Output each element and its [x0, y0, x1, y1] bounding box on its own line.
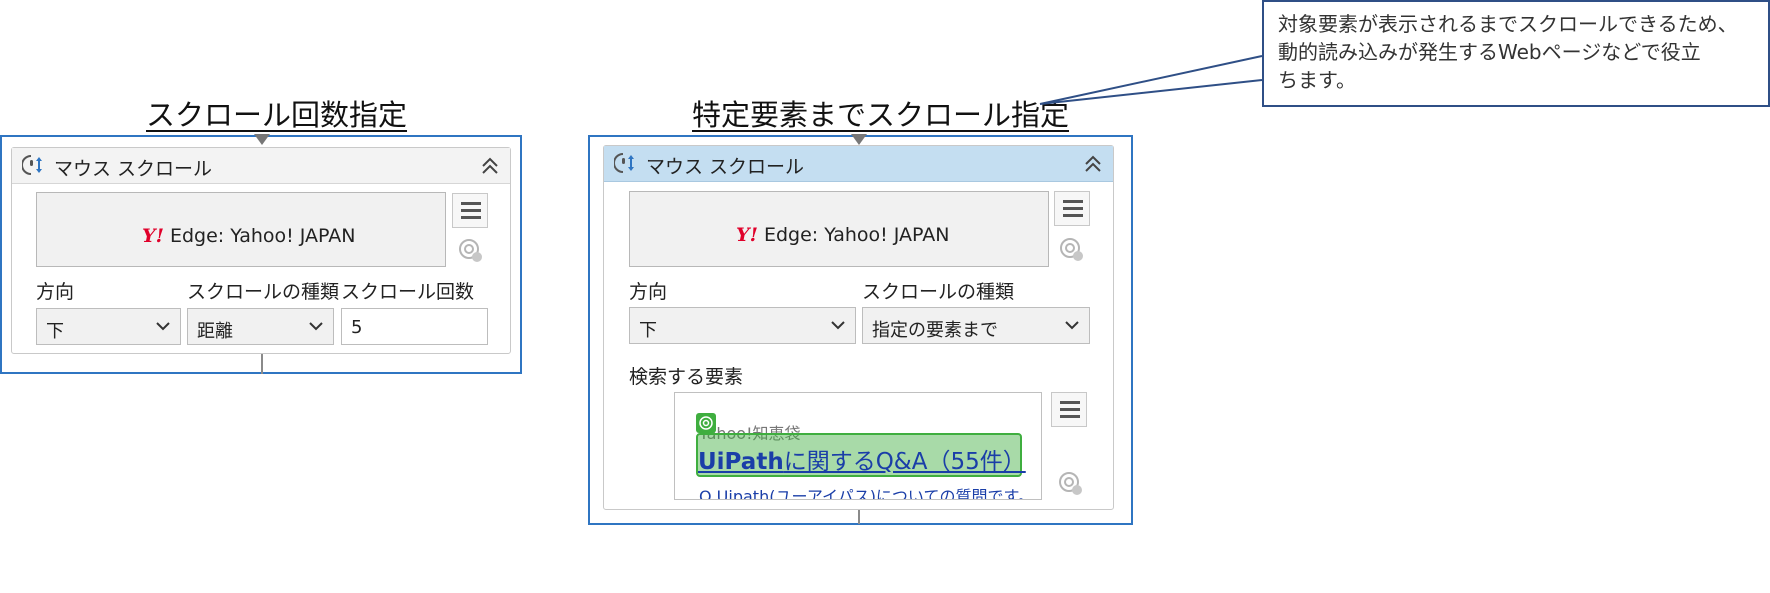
- scroll-type-label: スクロールの種類: [187, 281, 340, 303]
- target-browser-box[interactable]: Y! Edge: Yahoo! JAPAN: [36, 192, 446, 267]
- search-element-menu-button[interactable]: [1051, 392, 1087, 427]
- qa-sub-text: Q Uipath(ユーアイパス)についての質問です。: [699, 487, 1034, 500]
- target-browser-box[interactable]: Y! Edge: Yahoo! JAPAN: [629, 191, 1049, 267]
- scroll-type-value: 距離: [197, 321, 233, 342]
- callout-note: 対象要素が表示されるまでスクロールできるため、 動的読み込みが発生するWebペー…: [1262, 0, 1770, 107]
- scroll-count-value: 5: [351, 317, 363, 338]
- activity-header[interactable]: マウス スクロール: [604, 146, 1113, 182]
- qa-link[interactable]: UiPathに関するQ&A（55件）: [698, 442, 1026, 476]
- connector-line: [261, 354, 263, 374]
- activity-header[interactable]: マウス スクロール: [12, 148, 510, 184]
- scroll-type-value: 指定の要素まで: [872, 320, 998, 341]
- search-element-screenshot[interactable]: Yahoo!知恵袋 UiPathに関するQ&A（55件） Q Uipath(ユー…: [674, 392, 1042, 500]
- qa-link-rest: に関するQ&A（55件）: [783, 449, 1026, 475]
- chevron-down-icon: [1065, 321, 1079, 330]
- target-menu-button[interactable]: [452, 193, 488, 228]
- activity-title: マウス スクロール: [646, 156, 805, 178]
- collapse-chevrons-icon[interactable]: [1083, 154, 1103, 174]
- scroll-count-label: スクロール回数: [341, 281, 475, 303]
- scroll-type-label: スクロールの種類: [862, 281, 1015, 303]
- callout-line-2: 動的読み込みが発生するWebページなどで役立: [1278, 40, 1701, 64]
- heading-scroll-count: スクロール回数指定: [146, 98, 408, 132]
- callout-line-1: 対象要素が表示されるまでスクロールできるため、: [1278, 12, 1738, 36]
- direction-select[interactable]: 下: [36, 308, 181, 345]
- right-mouse-scroll-activity[interactable]: マウス スクロール Y! Edge: Yahoo! JAPAN 方向 スクロール…: [603, 145, 1114, 510]
- target-menu-button[interactable]: [1054, 191, 1090, 226]
- collapse-chevrons-icon[interactable]: [480, 156, 500, 176]
- direction-label: 方向: [36, 281, 75, 303]
- scroll-type-select[interactable]: 距離: [187, 308, 334, 345]
- target-indicate-icon[interactable]: [1059, 237, 1085, 263]
- scroll-type-select[interactable]: 指定の要素まで: [862, 307, 1090, 344]
- activity-title: マウス スクロール: [54, 158, 213, 180]
- mouse-scroll-icon: [22, 155, 42, 175]
- yahoo-logo-icon: Y!: [736, 224, 758, 246]
- search-element-indicate-icon[interactable]: [1058, 471, 1084, 497]
- target-anchor-icon: [696, 413, 716, 433]
- direction-value: 下: [46, 321, 64, 342]
- target-browser-label: Edge: Yahoo! JAPAN: [763, 224, 950, 246]
- connector-line: [858, 510, 860, 524]
- chevron-down-icon: [831, 321, 845, 330]
- scroll-count-input[interactable]: 5: [341, 308, 488, 345]
- direction-label: 方向: [629, 281, 668, 303]
- yahoo-logo-icon: Y!: [142, 225, 164, 247]
- qa-link-brand: UiPath: [698, 449, 784, 475]
- mouse-scroll-icon: [614, 153, 634, 173]
- heading-scroll-to-element: 特定要素までスクロール指定: [692, 98, 1070, 132]
- callout-line-3: ちます。: [1278, 68, 1356, 92]
- direction-select[interactable]: 下: [629, 307, 856, 344]
- target-browser-label: Edge: Yahoo! JAPAN: [169, 225, 356, 247]
- left-mouse-scroll-activity[interactable]: マウス スクロール Y! Edge: Yahoo! JAPAN 方向 スクロール…: [11, 147, 511, 354]
- direction-value: 下: [639, 320, 657, 341]
- connector-arrow-icon: [254, 134, 270, 145]
- chevron-down-icon: [156, 322, 170, 331]
- chevron-down-icon: [309, 322, 323, 331]
- target-indicate-icon[interactable]: [458, 238, 484, 264]
- search-element-label: 検索する要素: [629, 366, 744, 388]
